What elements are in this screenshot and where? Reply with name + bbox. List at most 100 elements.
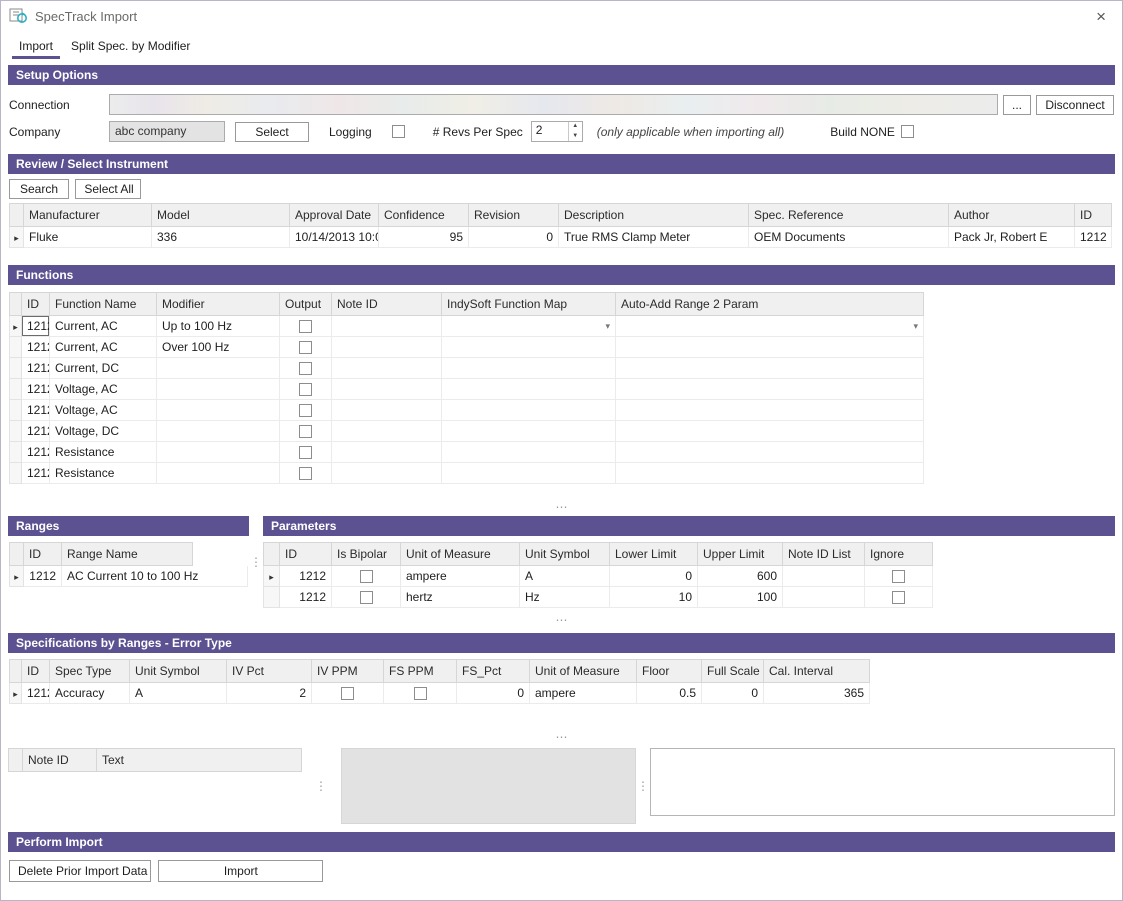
col-indysoft-function-map[interactable]: IndySoft Function Map [442,293,616,316]
col-spec-unit-of-measure[interactable]: Unit of Measure [530,660,637,683]
cell-indysoft-function-map[interactable] [442,358,616,379]
cell-auto-add-range-2-param[interactable] [616,463,924,484]
cell-modifier[interactable] [157,421,280,442]
output-checkbox[interactable] [299,446,312,459]
function-row[interactable]: 1212 Voltage, AC [10,379,924,400]
cell-floor[interactable]: 0.5 [637,683,702,704]
col-note-text[interactable]: Text [97,749,302,772]
cell-param-id[interactable]: 1212 [280,587,332,608]
ignore-checkbox[interactable] [892,570,905,583]
cell-confidence[interactable]: 95 [379,227,469,248]
cell-note-id[interactable] [332,421,442,442]
col-full-scale[interactable]: Full Scale [702,660,764,683]
tab-import[interactable]: Import [10,35,62,59]
select-all-button[interactable]: Select All [75,179,141,199]
col-description[interactable]: Description [559,204,749,227]
cell-function-name[interactable]: Voltage, AC [50,400,157,421]
function-row[interactable]: 1212 Resistance [10,463,924,484]
col-id[interactable]: ID [1075,204,1112,227]
stepper-up-icon[interactable]: ▲ [569,122,582,132]
cell-unit-of-measure[interactable]: ampere [401,566,520,587]
cell-range-name[interactable]: AC Current 10 to 100 Hz [62,566,248,587]
col-iv-pct[interactable]: IV Pct [227,660,312,683]
cell-note-id[interactable] [332,463,442,484]
col-auto-add-range-2-param[interactable]: Auto-Add Range 2 Param [616,293,924,316]
horizontal-splitter[interactable]: ⋯ [1,615,1122,625]
cell-func-id[interactable]: 1212 [22,358,50,379]
function-row[interactable]: ▸ 1212 Current, AC Up to 100 Hz ▾ ▾ [10,316,924,337]
cell-auto-add-range-2-param[interactable] [616,379,924,400]
parameter-row[interactable]: 1212 hertz Hz 10 100 [264,587,933,608]
cell-modifier[interactable] [157,463,280,484]
company-input[interactable]: abc company [109,121,225,142]
col-fs-pct[interactable]: FS_Pct [457,660,530,683]
cell-auto-add-range-2-param[interactable] [616,421,924,442]
col-output[interactable]: Output [280,293,332,316]
cell-spec-unit-symbol[interactable]: A [130,683,227,704]
revs-per-spec-value[interactable]: 2 [532,122,568,141]
col-revision[interactable]: Revision [469,204,559,227]
col-iv-ppm[interactable]: IV PPM [312,660,384,683]
output-checkbox[interactable] [299,425,312,438]
col-approval-date[interactable]: Approval Date [290,204,379,227]
cell-auto-add-range-2-param[interactable] [616,358,924,379]
col-range-id[interactable]: ID [24,543,62,566]
col-ignore[interactable]: Ignore [865,543,933,566]
col-unit-symbol[interactable]: Unit Symbol [520,543,610,566]
cell-note-id[interactable] [332,442,442,463]
col-is-bipolar[interactable]: Is Bipolar [332,543,401,566]
cell-function-name[interactable]: Voltage, AC [50,379,157,400]
cell-modifier[interactable] [157,358,280,379]
vertical-splitter[interactable]: ⋮ [636,748,650,824]
vertical-splitter[interactable]: ⋮ [249,516,263,608]
horizontal-splitter[interactable]: ⋯ [1,502,1122,512]
horizontal-splitter[interactable]: ⋯ [1,732,1122,742]
col-range-name[interactable]: Range Name [62,543,193,566]
cell-auto-add-range-2-param[interactable] [616,400,924,421]
col-param-id[interactable]: ID [280,543,332,566]
col-spec-id[interactable]: ID [22,660,50,683]
is-bipolar-checkbox[interactable] [360,570,373,583]
col-lower-limit[interactable]: Lower Limit [610,543,698,566]
fs-ppm-checkbox[interactable] [414,687,427,700]
cell-func-id[interactable]: 1212 [22,421,50,442]
col-fs-ppm[interactable]: FS PPM [384,660,457,683]
cell-model[interactable]: 336 [152,227,290,248]
cell-note-id[interactable] [332,379,442,400]
cell-cal-interval[interactable]: 365 [764,683,870,704]
cell-upper-limit[interactable]: 600 [698,566,783,587]
vertical-splitter[interactable]: ⋮ [301,748,341,824]
function-row[interactable]: 1212 Current, AC Over 100 Hz [10,337,924,358]
cell-function-name[interactable]: Current, AC [50,316,157,337]
cell-id[interactable]: 1212 [1075,227,1112,248]
note-edit-area[interactable] [650,748,1115,816]
cell-author[interactable]: Pack Jr, Robert E [949,227,1075,248]
cell-spec-unit-of-measure[interactable]: ampere [530,683,637,704]
col-upper-limit[interactable]: Upper Limit [698,543,783,566]
cell-function-name[interactable]: Resistance [50,463,157,484]
col-note-id[interactable]: Note ID [23,749,97,772]
cell-indysoft-function-map[interactable]: ▾ [442,316,616,337]
cell-indysoft-function-map[interactable] [442,442,616,463]
cell-note-id[interactable] [332,316,442,337]
cell-note-id-list[interactable] [783,566,865,587]
cell-param-id[interactable]: 1212 [280,566,332,587]
cell-note-id[interactable] [332,400,442,421]
delete-prior-import-data-button[interactable]: Delete Prior Import Data [9,860,151,882]
cell-indysoft-function-map[interactable] [442,337,616,358]
cell-spec-type[interactable]: Accuracy [50,683,130,704]
cell-upper-limit[interactable]: 100 [698,587,783,608]
col-function-name[interactable]: Function Name [50,293,157,316]
cell-indysoft-function-map[interactable] [442,463,616,484]
col-author[interactable]: Author [949,204,1075,227]
function-row[interactable]: 1212 Current, DC [10,358,924,379]
cell-approval-date[interactable]: 10/14/2013 10:01:2 [290,227,379,248]
cell-spec-id[interactable]: 1212 [22,683,50,704]
col-spec-type[interactable]: Spec Type [50,660,130,683]
dropdown-arrow-icon[interactable]: ▾ [605,319,610,334]
cell-auto-add-range-2-param[interactable]: ▾ [616,316,924,337]
cell-indysoft-function-map[interactable] [442,421,616,442]
cell-func-id[interactable]: 1212 [22,442,50,463]
col-func-id[interactable]: ID [22,293,50,316]
output-checkbox[interactable] [299,383,312,396]
